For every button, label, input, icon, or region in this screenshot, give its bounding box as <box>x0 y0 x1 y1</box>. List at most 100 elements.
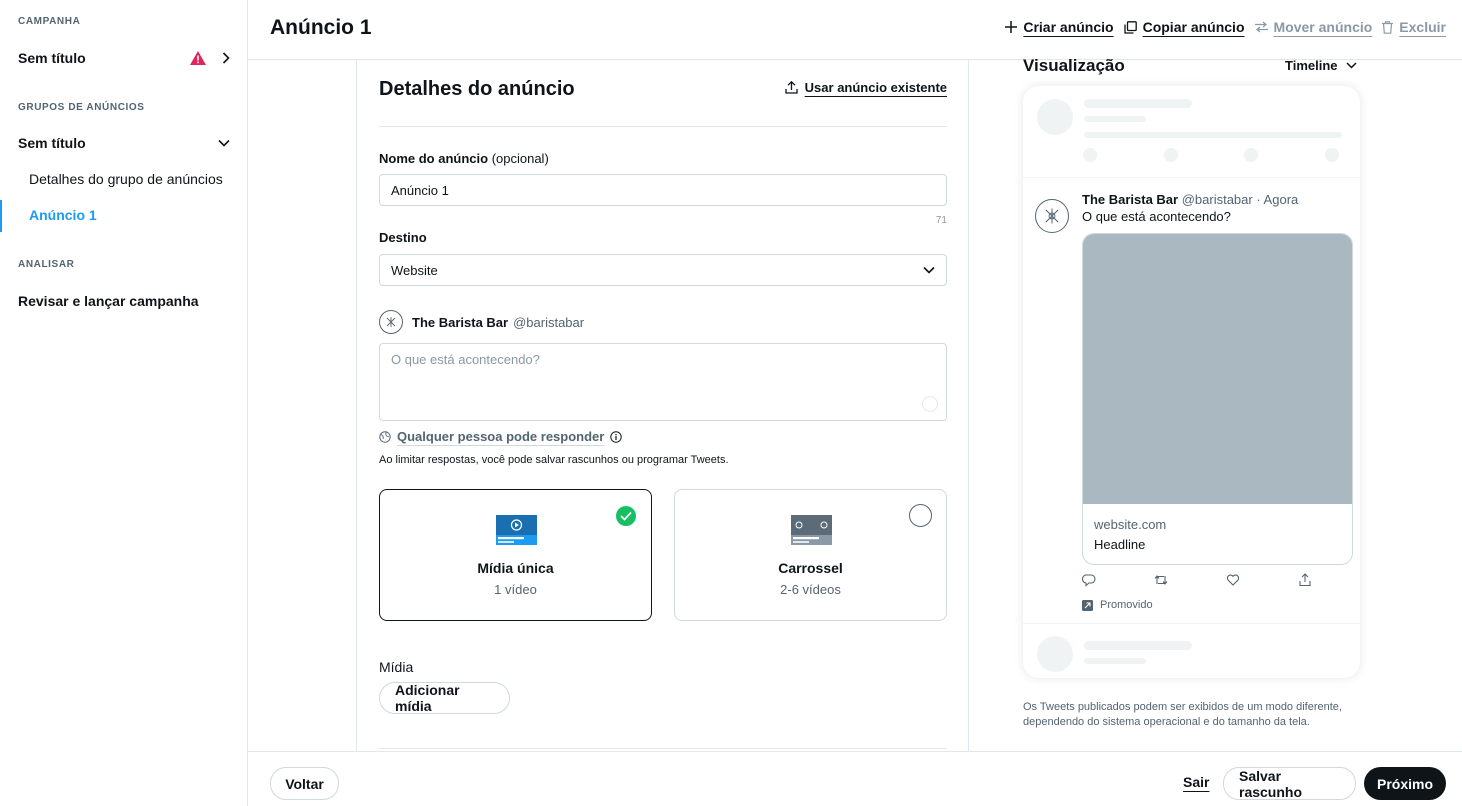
format-title: Carrossel <box>778 560 843 576</box>
format-title: Mídia única <box>477 560 554 576</box>
format-carousel-card[interactable]: Carrossel 2-6 vídeos <box>674 489 947 621</box>
reply-setting-label: Qualquer pessoa pode responder <box>397 429 605 444</box>
account-row: The Barista Bar @baristabar <box>379 310 584 334</box>
copy-ad-button[interactable]: Copiar anúncio <box>1123 19 1245 35</box>
single-media-icon <box>496 515 537 545</box>
ad-name-input[interactable]: Anúncio 1 <box>379 174 947 206</box>
ad-name-value: Anúncio 1 <box>391 182 449 198</box>
next-button[interactable]: Próximo <box>1364 767 1446 800</box>
preview-title: Visualização <box>1023 56 1125 75</box>
reply-setting-button[interactable]: Qualquer pessoa pode responder <box>379 429 623 444</box>
format-subtitle: 2-6 vídeos <box>780 582 841 597</box>
optional-label: (opcional) <box>491 151 549 166</box>
sidebar-item-campaign[interactable]: Sem título <box>18 50 230 66</box>
save-draft-button[interactable]: Salvar rascunho <box>1223 767 1356 800</box>
tweet-text-input[interactable]: O que está acontecendo? <box>379 343 947 421</box>
destination-label: Destino <box>379 230 427 245</box>
upload-icon <box>785 81 798 94</box>
placement-value: Timeline <box>1285 58 1338 73</box>
use-existing-label: Usar anúncio existente <box>804 80 947 95</box>
sidebar-item-adgroup[interactable]: Sem título <box>18 135 230 151</box>
account-name: The Barista Bar <box>412 314 509 330</box>
card-headline: Headline <box>1094 537 1146 552</box>
avatar <box>1035 199 1069 233</box>
create-ad-label: Criar anúncio <box>1023 19 1114 35</box>
promoted-icon <box>1082 599 1093 611</box>
chevron-right-icon <box>222 52 230 64</box>
ad-details-panel: Detalhes do anúncio Usar anúncio existen… <box>356 60 969 751</box>
back-button[interactable]: Voltar <box>270 767 339 800</box>
section-title: Detalhes do anúncio <box>379 78 575 100</box>
skeleton-line <box>1084 658 1146 664</box>
warning-icon <box>190 51 206 65</box>
card-url: website.com <box>1094 517 1167 532</box>
promoted-text: Promovido <box>1100 599 1153 611</box>
ad-name-label-text: Nome do anúncio <box>379 151 489 166</box>
placement-select[interactable]: Timeline <box>1285 58 1357 73</box>
brand-logo-icon <box>1045 208 1059 224</box>
exit-button[interactable]: Sair <box>1183 774 1209 790</box>
destination-value: Website <box>391 262 438 278</box>
radio-unselected[interactable] <box>909 504 932 527</box>
delete-label: Excluir <box>1399 19 1446 35</box>
skeleton-line <box>1084 99 1192 108</box>
sidebar-item-ad[interactable]: Anúncio 1 <box>29 207 97 223</box>
copy-icon <box>1123 20 1137 34</box>
check-icon <box>616 506 636 526</box>
sidebar-item-adgroup-details[interactable]: Detalhes do grupo de anúncios <box>29 171 223 187</box>
skeleton-avatar <box>1037 636 1073 672</box>
active-indicator <box>0 200 2 232</box>
plus-icon <box>1005 21 1018 33</box>
destination-select[interactable]: Website <box>379 254 947 286</box>
globe-icon <box>379 430 391 443</box>
sidebar: CAMPANHA Sem título GRUPOS DE ANÚNCIOS S… <box>0 0 248 806</box>
tweet-preview-frame: The Barista Bar @baristabar · Agora O qu… <box>1023 86 1360 678</box>
sidebar-item-review[interactable]: Revisar e lançar campanha <box>18 293 230 309</box>
skeleton-line <box>1084 116 1146 122</box>
promoted-label: Promovido <box>1082 599 1153 611</box>
section-heading-analyze: ANALISAR <box>18 259 75 270</box>
website-card: website.com Headline <box>1082 233 1353 565</box>
delete-button[interactable]: Excluir <box>1382 19 1446 35</box>
page-title: Anúncio 1 <box>270 16 372 39</box>
tweet-meta: @baristabar · Agora <box>1181 192 1299 207</box>
create-ad-button[interactable]: Criar anúncio <box>1005 19 1114 35</box>
account-handle: @baristabar <box>513 314 585 330</box>
tweet-header: The Barista Bar @baristabar · Agora <box>1082 192 1298 207</box>
move-ad-label: Mover anúncio <box>1273 19 1373 35</box>
info-icon[interactable] <box>610 430 623 443</box>
media-label: Mídia <box>379 659 414 675</box>
tweet-actions <box>1081 573 1322 592</box>
skeleton-dot <box>1325 148 1339 162</box>
footer-bar: Voltar Sair Salvar rascunho Próximo <box>248 751 1462 806</box>
chevron-down-icon <box>923 266 935 274</box>
preview-disclaimer: Os Tweets publicados podem ser exibidos … <box>1023 701 1342 728</box>
reply-icon <box>1081 573 1096 592</box>
carousel-icon <box>791 515 832 545</box>
share-icon <box>1298 573 1312 592</box>
reply-note: Ao limitar respostas, você pode salvar r… <box>379 454 729 466</box>
character-progress-icon <box>922 396 938 412</box>
media-placeholder <box>1083 234 1352 504</box>
sidebar-item-label: Sem título <box>18 50 86 66</box>
format-single-media-card[interactable]: Mídia única 1 vídeo <box>379 489 652 621</box>
skeleton-line <box>1084 641 1192 650</box>
add-media-button[interactable]: Adicionar mídia <box>379 682 510 714</box>
format-subtitle: 1 vídeo <box>494 582 537 597</box>
move-icon <box>1254 21 1268 33</box>
section-heading-adgroups: GRUPOS DE ANÚNCIOS <box>18 102 145 113</box>
skeleton-avatar <box>1037 99 1073 135</box>
copy-ad-label: Copiar anúncio <box>1142 19 1245 35</box>
tweet-placeholder: O que está acontecendo? <box>391 352 540 367</box>
ad-actions: Criar anúncio Copiar anúncio Mover anúnc… <box>1005 19 1446 35</box>
chevron-down-icon <box>1345 62 1357 69</box>
divider <box>379 126 947 127</box>
use-existing-ad-button[interactable]: Usar anúncio existente <box>785 80 947 95</box>
sidebar-item-label: Sem título <box>18 135 86 151</box>
skeleton-dot <box>1164 148 1178 162</box>
section-heading-campaign: CAMPANHA <box>18 16 81 27</box>
divider <box>379 748 947 749</box>
chevron-down-icon <box>218 139 230 147</box>
move-ad-button[interactable]: Mover anúncio <box>1254 19 1373 35</box>
avatar <box>379 310 403 334</box>
